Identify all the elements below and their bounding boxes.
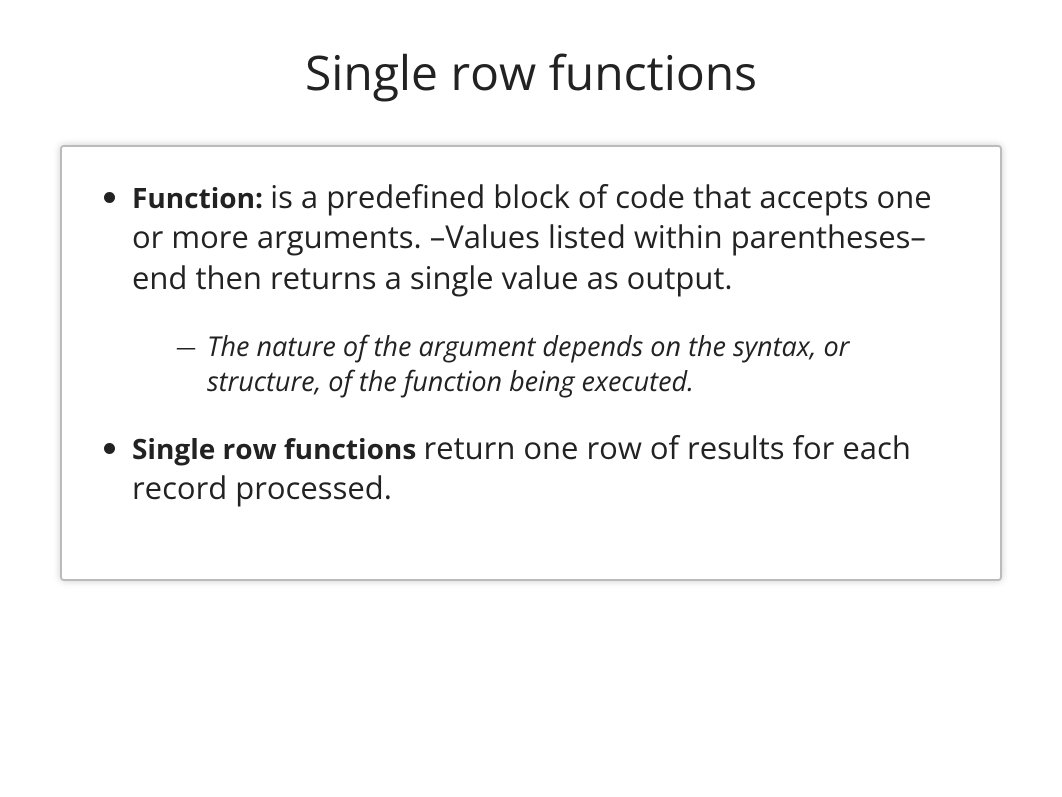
bullet-item: Single row functions return one row of r… <box>132 428 970 509</box>
bullet-item: Function: is a predefined block of code … <box>132 177 970 398</box>
bullet-label: Function: <box>132 179 270 217</box>
bullet-label: Single row functions <box>132 430 424 468</box>
content-box: Function: is a predefined block of code … <box>60 145 1002 581</box>
slide-title: Single row functions <box>50 40 1012 105</box>
sub-list: The nature of the argument depends on th… <box>132 328 970 398</box>
sub-bullet-item: The nature of the argument depends on th… <box>182 328 970 398</box>
bullet-list: Function: is a predefined block of code … <box>92 177 970 509</box>
